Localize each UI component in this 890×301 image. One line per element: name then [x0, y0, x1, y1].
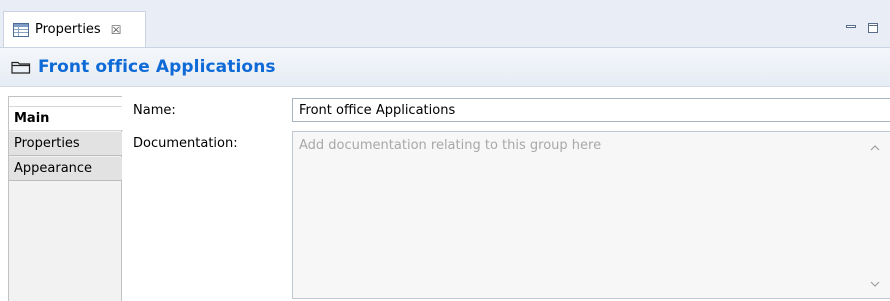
scroll-down-icon[interactable] [869, 278, 881, 288]
tab-properties-section[interactable]: Properties [9, 132, 122, 156]
tab-properties[interactable]: Properties ☒ [3, 11, 146, 47]
scroll-up-icon[interactable] [869, 142, 881, 152]
close-icon[interactable]: ☒ [111, 24, 122, 36]
properties-table-icon [13, 22, 29, 37]
documentation-textarea[interactable]: Add documentation relating to this group… [292, 131, 890, 299]
tab-main[interactable]: Main [9, 107, 123, 131]
maximize-icon[interactable] [867, 22, 879, 34]
documentation-label: Documentation: [133, 136, 238, 151]
page-title: Front office Applications [38, 57, 276, 77]
tab-appearance[interactable]: Appearance [9, 157, 122, 181]
tab-properties-label: Properties [14, 136, 80, 151]
tab-strip-top [9, 97, 122, 107]
name-label: Name: [133, 103, 176, 118]
view-tab-bar: Properties ☒ [0, 0, 890, 48]
folder-icon [11, 60, 31, 74]
name-input[interactable] [292, 98, 890, 122]
tab-title: Properties [35, 22, 101, 37]
section-tabs: Main Properties Appearance [8, 96, 123, 301]
tab-main-label: Main [14, 111, 50, 126]
properties-header: Front office Applications [0, 48, 890, 87]
documentation-placeholder: Add documentation relating to this group… [299, 138, 602, 153]
minimize-icon[interactable] [845, 22, 857, 34]
tab-appearance-label: Appearance [14, 161, 93, 176]
